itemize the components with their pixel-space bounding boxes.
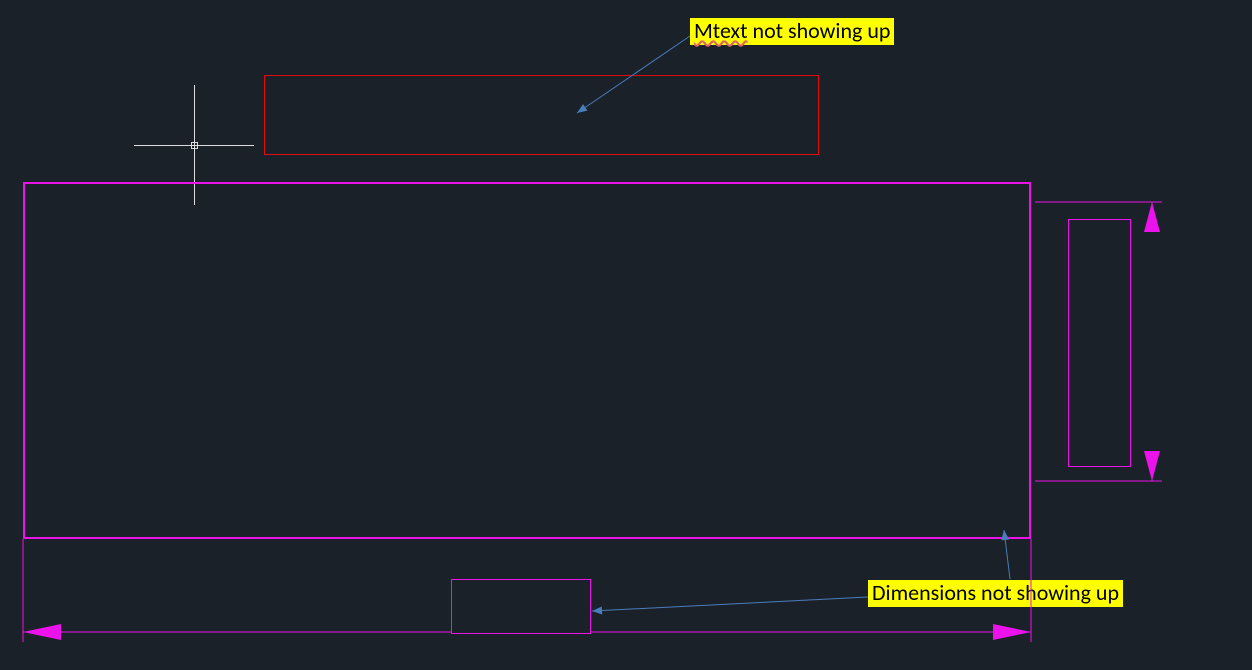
annotation-mtext-rest: not showing up — [748, 17, 891, 44]
dimension-text-box-vertical[interactable] — [1068, 219, 1131, 467]
dimension-text-box-horizontal[interactable] — [451, 579, 591, 634]
drawing-canvas[interactable]: Mtext not showing up Dimensions not show… — [0, 0, 1252, 670]
main-rectangle[interactable] — [23, 182, 1031, 539]
annotation-mtext-label: Mtext not showing up — [690, 18, 894, 45]
mtext-bounding-box[interactable] — [264, 75, 819, 155]
annotation-dimensions-text: Dimensions not showing up — [872, 579, 1119, 606]
annotation-mtext-prefix: Mtext — [694, 17, 748, 44]
annotation-dimensions-label: Dimensions not showing up — [868, 580, 1123, 607]
